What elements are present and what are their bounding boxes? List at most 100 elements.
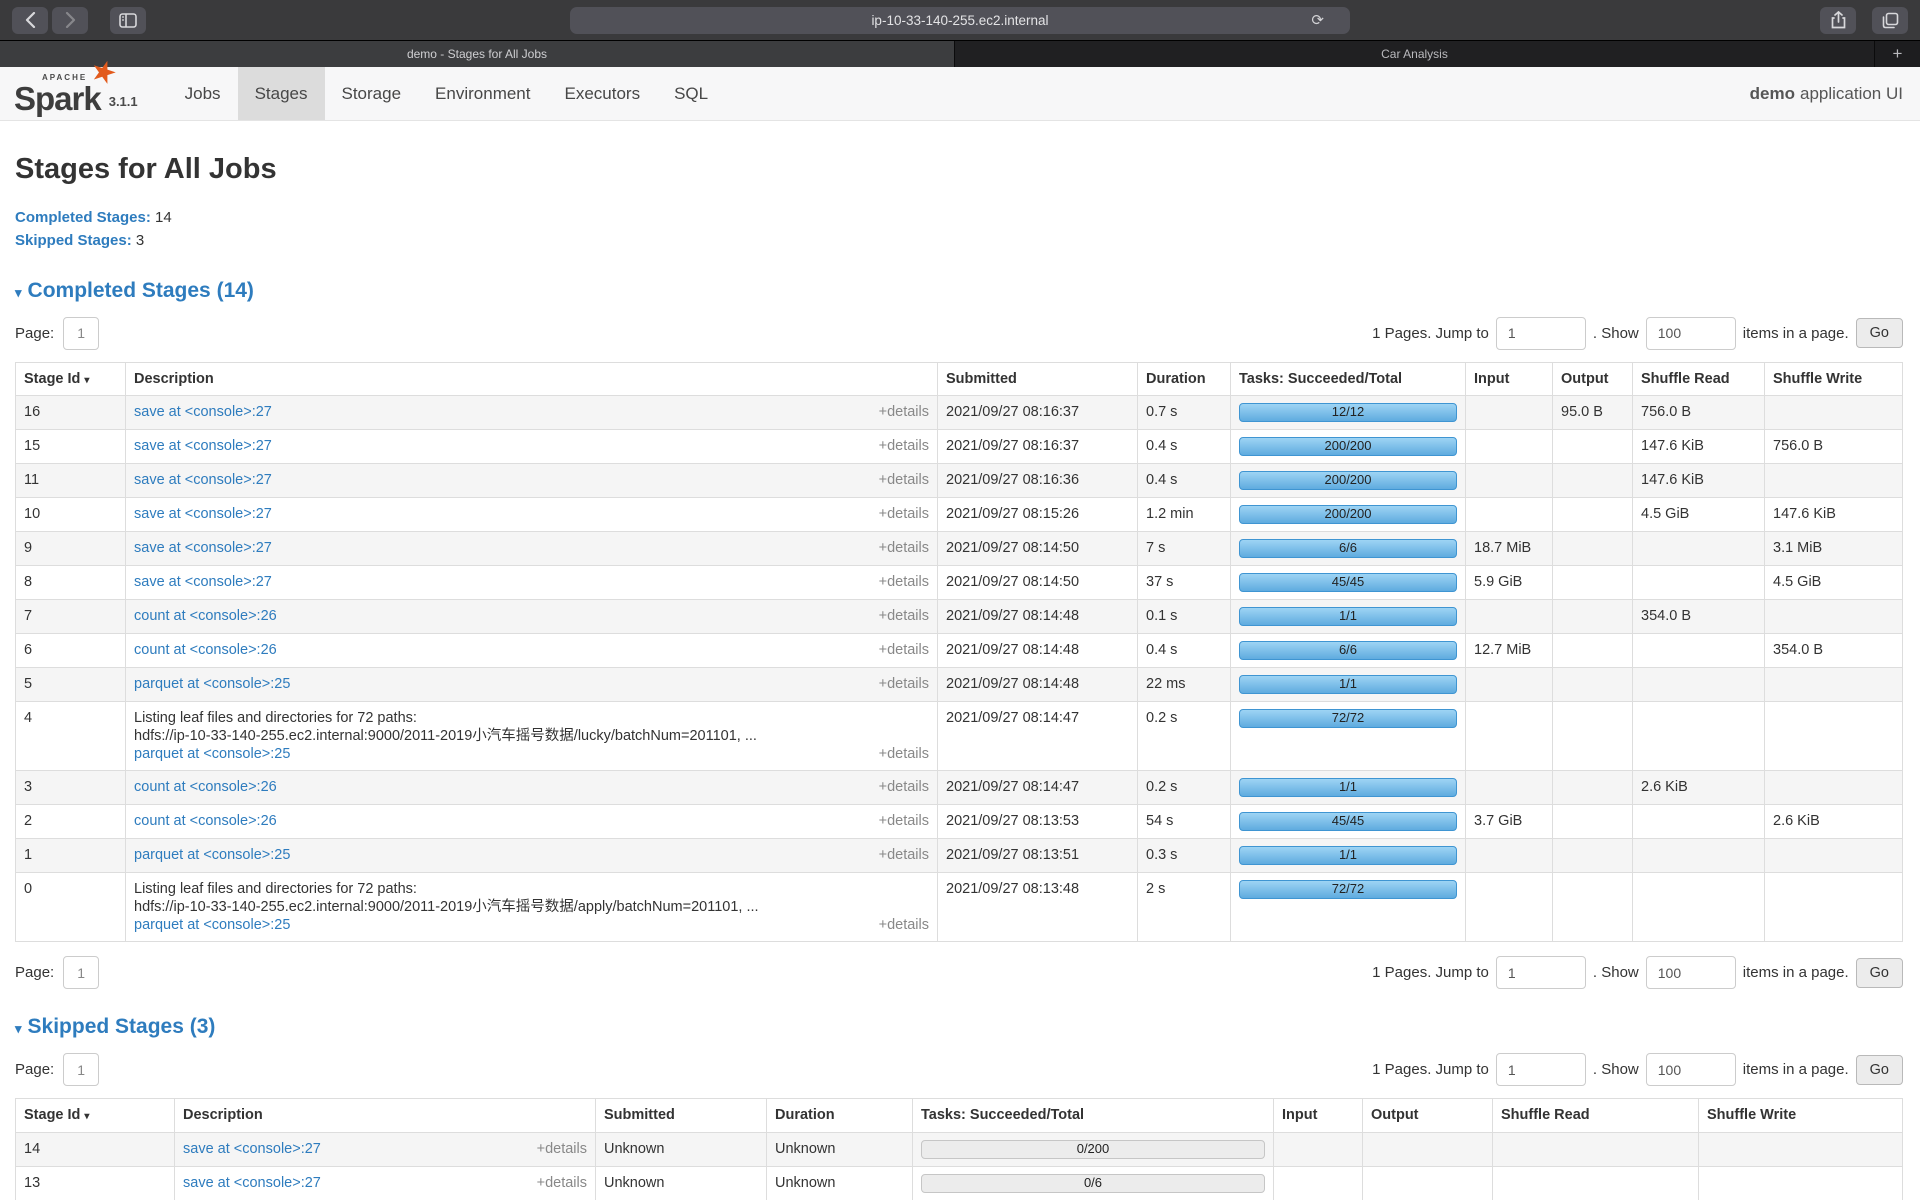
spark-logo[interactable]: APACHE Spark ★ 3.1.1: [14, 67, 168, 120]
skipped-stages-link[interactable]: Skipped Stages:: [15, 232, 132, 249]
stage-link[interactable]: save at <console>:27: [134, 505, 272, 523]
details-toggle[interactable]: +details: [879, 778, 929, 796]
col-output[interactable]: Output: [1363, 1099, 1493, 1132]
nav-stages[interactable]: Stages: [238, 67, 325, 120]
col-stage-id[interactable]: Stage Id▾: [16, 1099, 175, 1132]
submitted-cell: 2021/09/27 08:13:48: [938, 873, 1138, 942]
pages-text: 1 Pages. Jump to: [1372, 325, 1489, 342]
col-shuffle-write[interactable]: Shuffle Write: [1765, 362, 1903, 395]
details-toggle[interactable]: +details: [879, 505, 929, 523]
url-bar[interactable]: ip-10-33-140-255.ec2.internal ⟳: [570, 7, 1350, 34]
tasks-progress-bar: 1/1: [1239, 846, 1457, 865]
jump-to-page-input[interactable]: [1496, 317, 1586, 350]
stage-id-cell: 0: [16, 873, 126, 942]
input-cell: [1466, 429, 1553, 463]
col-input[interactable]: Input: [1274, 1099, 1363, 1132]
details-toggle[interactable]: +details: [537, 1140, 587, 1158]
tab-car-analysis[interactable]: Car Analysis: [955, 41, 1874, 67]
items-per-page-input[interactable]: [1646, 317, 1736, 350]
go-button[interactable]: Go: [1856, 958, 1903, 988]
tab-overview-button[interactable]: [1872, 7, 1908, 34]
details-toggle[interactable]: +details: [879, 471, 929, 489]
page-number-input[interactable]: [63, 317, 99, 350]
skipped-section-heading[interactable]: ▾Skipped Stages (3): [15, 1015, 1903, 1039]
details-toggle[interactable]: +details: [879, 573, 929, 591]
stage-link[interactable]: save at <console>:27: [134, 573, 272, 591]
shuffle-write-cell: 2.6 KiB: [1765, 805, 1903, 839]
details-toggle[interactable]: +details: [879, 607, 929, 625]
new-tab-button[interactable]: +: [1874, 41, 1920, 67]
details-toggle[interactable]: +details: [879, 916, 929, 934]
refresh-icon[interactable]: ⟳: [1311, 11, 1324, 29]
nav-environment[interactable]: Environment: [418, 67, 547, 120]
back-icon: [25, 12, 36, 28]
back-button[interactable]: [12, 7, 48, 34]
nav-executors[interactable]: Executors: [547, 67, 657, 120]
stage-link[interactable]: count at <console>:26: [134, 641, 277, 659]
completed-section-heading[interactable]: ▾Completed Stages (14): [15, 279, 1903, 303]
nav-sql[interactable]: SQL: [657, 67, 725, 120]
items-per-page-input[interactable]: [1646, 956, 1736, 989]
page-number-input[interactable]: [63, 1053, 99, 1086]
col-description[interactable]: Description: [126, 362, 938, 395]
stage-link[interactable]: save at <console>:27: [134, 437, 272, 455]
tasks-cell: 1/1: [1231, 839, 1466, 873]
completed-stages-link[interactable]: Completed Stages:: [15, 209, 151, 226]
details-toggle[interactable]: +details: [537, 1174, 587, 1192]
stage-link[interactable]: save at <console>:27: [183, 1174, 321, 1192]
forward-button[interactable]: [52, 7, 88, 34]
col-output[interactable]: Output: [1553, 362, 1633, 395]
table-row: 14save at <console>:27+detailsUnknownUnk…: [16, 1132, 1903, 1166]
stage-link[interactable]: save at <console>:27: [134, 403, 272, 421]
stage-link[interactable]: count at <console>:26: [134, 778, 277, 796]
col-tasks[interactable]: Tasks: Succeeded/Total: [913, 1099, 1274, 1132]
stage-link[interactable]: parquet at <console>:25: [134, 916, 290, 934]
duration-cell: Unknown: [767, 1132, 913, 1166]
details-toggle[interactable]: +details: [879, 812, 929, 830]
stage-link[interactable]: save at <console>:27: [134, 471, 272, 489]
col-duration[interactable]: Duration: [1138, 362, 1231, 395]
details-toggle[interactable]: +details: [879, 846, 929, 864]
tab-demo-stages[interactable]: demo - Stages for All Jobs: [0, 41, 955, 67]
stage-link[interactable]: parquet at <console>:25: [134, 745, 290, 763]
details-toggle[interactable]: +details: [879, 539, 929, 557]
stage-link[interactable]: parquet at <console>:25: [134, 675, 290, 693]
page-number-input[interactable]: [63, 956, 99, 989]
tasks-progress-bar: 1/1: [1239, 607, 1457, 626]
go-button[interactable]: Go: [1856, 1055, 1903, 1085]
col-tasks[interactable]: Tasks: Succeeded/Total: [1231, 362, 1466, 395]
details-toggle[interactable]: +details: [879, 641, 929, 659]
col-duration[interactable]: Duration: [767, 1099, 913, 1132]
stage-link[interactable]: save at <console>:27: [183, 1140, 321, 1158]
details-toggle[interactable]: +details: [879, 675, 929, 693]
stage-link[interactable]: count at <console>:26: [134, 812, 277, 830]
stage-link[interactable]: count at <console>:26: [134, 607, 277, 625]
col-stage-id[interactable]: Stage Id▾: [16, 362, 126, 395]
stage-link[interactable]: save at <console>:27: [134, 539, 272, 557]
sidebar-toggle-button[interactable]: [110, 7, 146, 34]
col-input[interactable]: Input: [1466, 362, 1553, 395]
submitted-cell: 2021/09/27 08:13:51: [938, 839, 1138, 873]
col-shuffle-read[interactable]: Shuffle Read: [1493, 1099, 1699, 1132]
jump-to-page-input[interactable]: [1496, 1053, 1586, 1086]
col-description[interactable]: Description: [175, 1099, 596, 1132]
nav-storage[interactable]: Storage: [325, 67, 419, 120]
col-shuffle-read[interactable]: Shuffle Read: [1633, 362, 1765, 395]
share-button[interactable]: [1820, 7, 1856, 34]
stage-id-cell: 8: [16, 565, 126, 599]
tasks-progress-bar: 6/6: [1239, 641, 1457, 660]
items-per-page-input[interactable]: [1646, 1053, 1736, 1086]
details-toggle[interactable]: +details: [879, 745, 929, 763]
details-toggle[interactable]: +details: [879, 403, 929, 421]
col-submitted[interactable]: Submitted: [938, 362, 1138, 395]
col-submitted[interactable]: Submitted: [596, 1099, 767, 1132]
tasks-cell: 45/45: [1231, 805, 1466, 839]
go-button[interactable]: Go: [1856, 318, 1903, 348]
output-cell: [1553, 599, 1633, 633]
details-toggle[interactable]: +details: [879, 437, 929, 455]
stage-id-cell: 3: [16, 771, 126, 805]
col-shuffle-write[interactable]: Shuffle Write: [1699, 1099, 1903, 1132]
jump-to-page-input[interactable]: [1496, 956, 1586, 989]
stage-link[interactable]: parquet at <console>:25: [134, 846, 290, 864]
nav-jobs[interactable]: Jobs: [168, 67, 238, 120]
